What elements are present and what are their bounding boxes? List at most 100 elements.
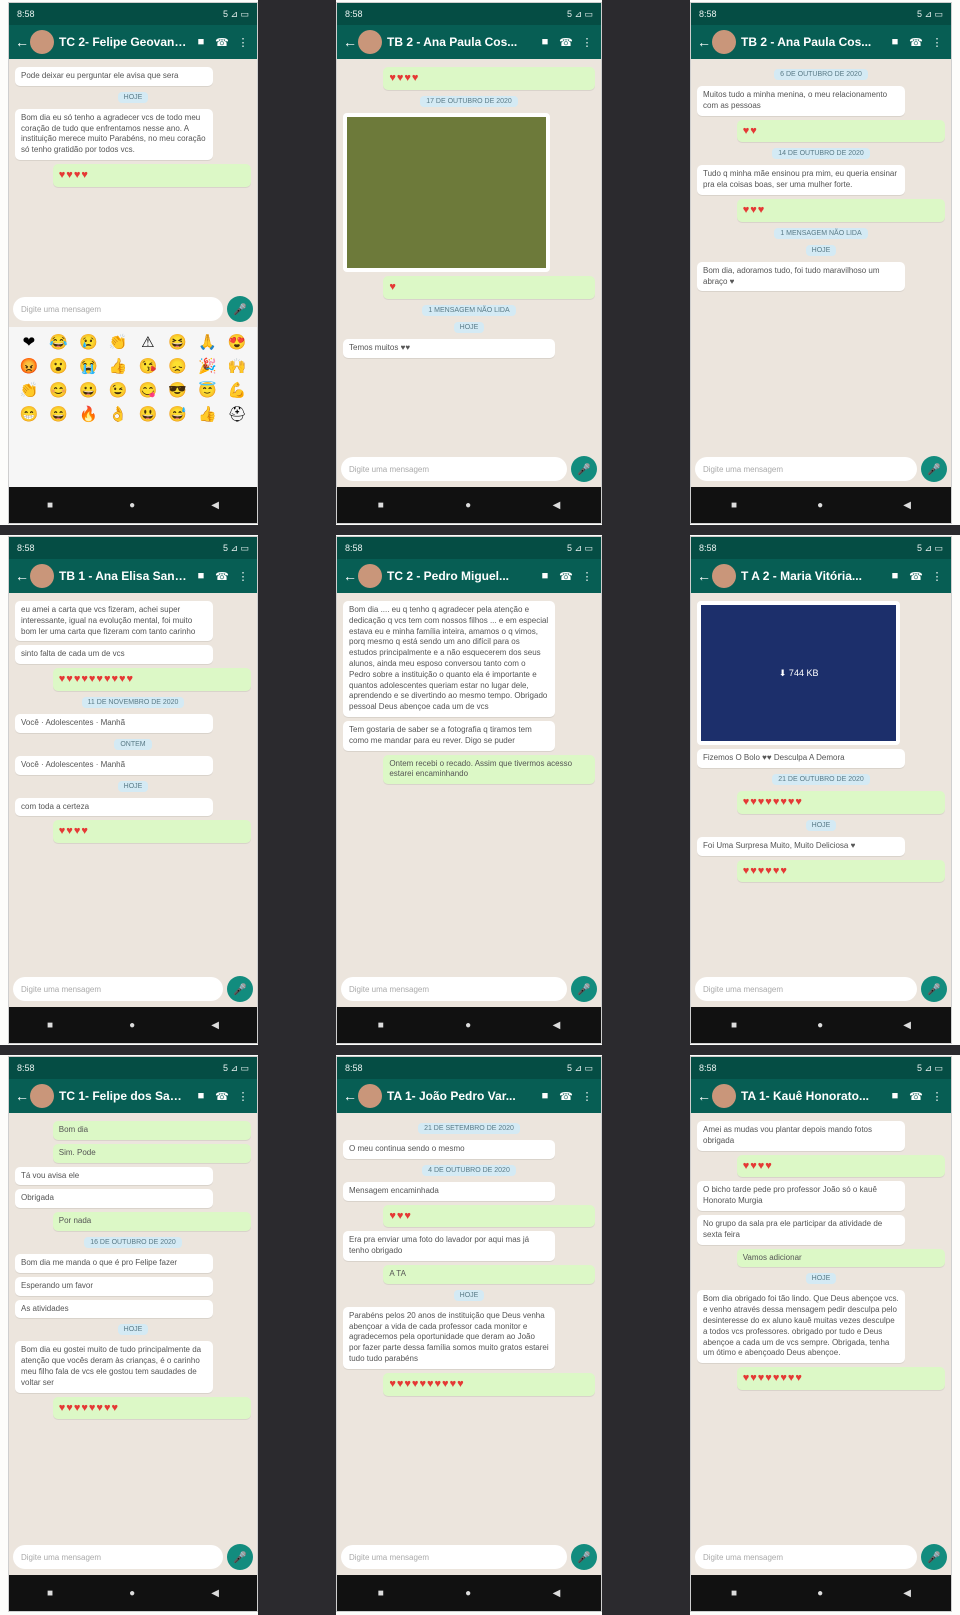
emoji-key[interactable]: 😂 (47, 333, 71, 351)
contact-avatar[interactable] (712, 30, 736, 54)
message-input[interactable]: Digite uma mensagem (695, 1545, 917, 1569)
back-arrow-icon[interactable]: ← (697, 1088, 711, 1104)
message-input[interactable]: Digite uma mensagem (695, 457, 917, 481)
emoji-key[interactable]: 👏 (17, 381, 41, 399)
contact-avatar[interactable] (30, 1084, 54, 1108)
contact-avatar[interactable] (358, 30, 382, 54)
nav-recents-icon[interactable]: ■ (378, 500, 384, 511)
back-arrow-icon[interactable]: ← (343, 34, 357, 50)
voice-call-icon[interactable]: ☎ (214, 570, 230, 583)
emoji-key[interactable]: 👍 (196, 405, 220, 423)
back-arrow-icon[interactable]: ← (697, 34, 711, 50)
nav-recents-icon[interactable]: ■ (731, 1020, 737, 1031)
message-input[interactable]: Digite uma mensagem (13, 1545, 223, 1569)
nav-back-icon[interactable]: ◀ (553, 1588, 561, 1599)
emoji-keyboard[interactable]: ❤ 😂 😢 👏 ⚠ 😆 🙏 😍 😡 😮 😭 👍 😘 😞 🎉 🙌 👏 😊 😀 😉 😋 😎 😇 💪 😁 😄 🔥 👌 😃 😅 👍 ⛑ (9, 327, 257, 487)
message-input[interactable]: Digite uma mensagem (13, 977, 223, 1001)
nav-home-icon[interactable]: ● (817, 500, 823, 511)
emoji-key[interactable]: 😋 (136, 381, 160, 399)
emoji-key[interactable]: 😊 (47, 381, 71, 399)
photo-message[interactable] (343, 112, 550, 273)
message-input[interactable]: Digite uma mensagem (695, 977, 917, 1001)
nav-recents-icon[interactable]: ■ (378, 1588, 384, 1599)
mic-icon[interactable]: 🎤 (921, 1544, 947, 1570)
message-list[interactable]: 21 DE SETEMBRO DE 2020 O meu continua sen… (337, 1113, 601, 1539)
nav-back-icon[interactable]: ◀ (211, 1020, 219, 1031)
more-options-icon[interactable]: ⋮ (929, 570, 945, 583)
voice-call-icon[interactable]: ☎ (908, 1090, 924, 1103)
contact-name[interactable]: TC 1- Felipe dos Sant... (59, 1089, 188, 1103)
nav-home-icon[interactable]: ● (465, 1588, 471, 1599)
contact-avatar[interactable] (30, 564, 54, 588)
emoji-key[interactable]: 🎉 (196, 357, 220, 375)
nav-recents-icon[interactable]: ■ (47, 1020, 53, 1031)
back-arrow-icon[interactable]: ← (15, 34, 29, 50)
more-options-icon[interactable]: ⋮ (929, 36, 945, 49)
emoji-key[interactable]: 😭 (77, 357, 101, 375)
voice-call-icon[interactable]: ☎ (908, 36, 924, 49)
voice-call-icon[interactable]: ☎ (214, 36, 230, 49)
emoji-key[interactable]: 🙌 (225, 357, 249, 375)
contact-name[interactable]: TC 2- Felipe Geovane... (59, 35, 188, 49)
nav-recents-icon[interactable]: ■ (731, 1588, 737, 1599)
message-list[interactable]: Bom dia Sim. Pode Tá vou avisa ele Obrigada… (9, 1113, 257, 1539)
emoji-key[interactable]: 😢 (77, 333, 101, 351)
message-list[interactable]: Bom dia .... eu q tenho q agradecer pela… (337, 593, 601, 971)
emoji-key[interactable]: 😉 (106, 381, 130, 399)
nav-recents-icon[interactable]: ■ (47, 500, 53, 511)
emoji-key[interactable]: 😄 (47, 405, 71, 423)
voice-call-icon[interactable]: ☎ (558, 570, 574, 583)
nav-home-icon[interactable]: ● (465, 500, 471, 511)
voice-call-icon[interactable]: ☎ (908, 570, 924, 583)
emoji-key[interactable]: 💪 (225, 381, 249, 399)
contact-name[interactable]: TA 1- Kauê Honorato... (741, 1089, 882, 1103)
nav-back-icon[interactable]: ◀ (903, 1588, 911, 1599)
back-arrow-icon[interactable]: ← (343, 568, 357, 584)
back-arrow-icon[interactable]: ← (15, 568, 29, 584)
nav-home-icon[interactable]: ● (129, 500, 135, 511)
mic-icon[interactable]: 🎤 (571, 1544, 597, 1570)
emoji-key[interactable]: 😡 (17, 357, 41, 375)
emoji-key[interactable]: 😎 (166, 381, 190, 399)
back-arrow-icon[interactable]: ← (697, 568, 711, 584)
emoji-key[interactable]: 😅 (166, 405, 190, 423)
contact-avatar[interactable] (358, 1084, 382, 1108)
contact-name[interactable]: TC 2 - Pedro Miguel... (387, 569, 532, 583)
emoji-key[interactable]: 🙏 (196, 333, 220, 351)
emoji-key[interactable]: 😃 (136, 405, 160, 423)
message-list[interactable]: eu amei a carta que vcs fizeram, achei s… (9, 593, 257, 971)
nav-recents-icon[interactable]: ■ (731, 500, 737, 511)
message-input[interactable]: Digite uma mensagem (13, 297, 223, 321)
emoji-key[interactable]: 😁 (17, 405, 41, 423)
contact-name[interactable]: TB 2 - Ana Paula Cos... (741, 35, 882, 49)
mic-icon[interactable]: 🎤 (571, 456, 597, 482)
message-list[interactable]: ⬇ 744 KB Fizemos O Bolo ♥♥ Desculpa A Dem… (691, 593, 951, 971)
video-call-icon[interactable]: ■ (887, 1090, 903, 1102)
nav-home-icon[interactable]: ● (817, 1588, 823, 1599)
video-call-icon[interactable]: ■ (193, 36, 209, 48)
contact-name[interactable]: TA 1- João Pedro Var... (387, 1089, 532, 1103)
message-list[interactable]: ♥♥♥♥ 17 DE OUTUBRO DE 2020 ♥ 1 MENSAGEM NÃO… (337, 59, 601, 451)
contact-name[interactable]: T A 2 - Maria Vitória... (741, 569, 882, 583)
nav-back-icon[interactable]: ◀ (903, 1020, 911, 1031)
emoji-key[interactable]: 🔥 (77, 405, 101, 423)
mic-icon[interactable]: 🎤 (227, 976, 253, 1002)
more-options-icon[interactable]: ⋮ (579, 1090, 595, 1103)
mic-icon[interactable]: 🎤 (571, 976, 597, 1002)
nav-recents-icon[interactable]: ■ (378, 1020, 384, 1031)
more-options-icon[interactable]: ⋮ (235, 36, 251, 49)
video-call-icon[interactable]: ■ (193, 570, 209, 582)
contact-name[interactable]: TB 2 - Ana Paula Cos... (387, 35, 532, 49)
emoji-key[interactable]: 😮 (47, 357, 71, 375)
emoji-key[interactable]: ❤ (17, 333, 41, 351)
video-call-icon[interactable]: ■ (887, 36, 903, 48)
mic-icon[interactable]: 🎤 (227, 296, 253, 322)
mic-icon[interactable]: 🎤 (921, 456, 947, 482)
back-arrow-icon[interactable]: ← (343, 1088, 357, 1104)
video-call-icon[interactable]: ■ (887, 570, 903, 582)
video-call-icon[interactable]: ■ (537, 570, 553, 582)
contact-avatar[interactable] (712, 1084, 736, 1108)
more-options-icon[interactable]: ⋮ (235, 1090, 251, 1103)
nav-back-icon[interactable]: ◀ (211, 1588, 219, 1599)
video-call-icon[interactable]: ■ (537, 1090, 553, 1102)
